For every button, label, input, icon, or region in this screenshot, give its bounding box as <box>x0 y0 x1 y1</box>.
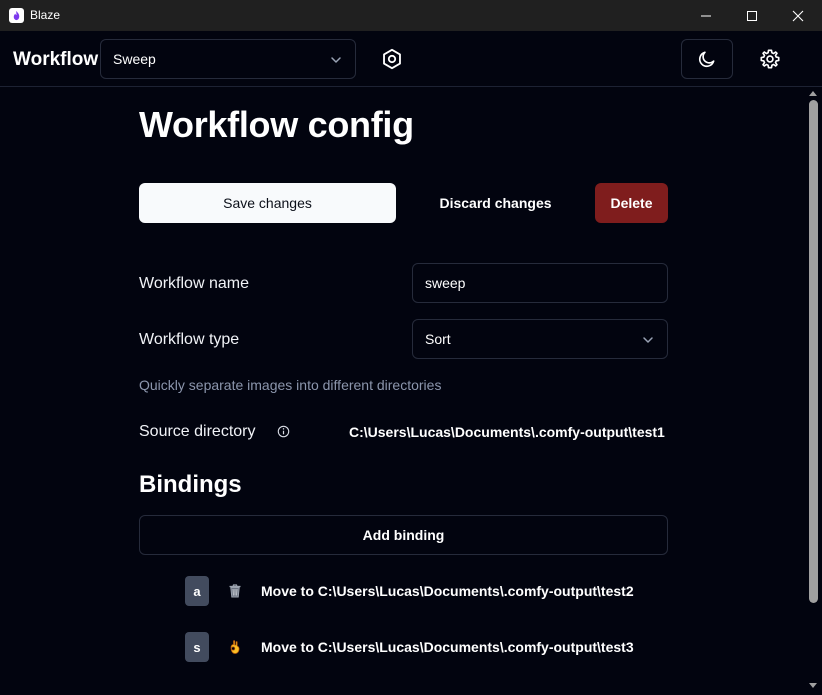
minimize-button[interactable] <box>683 0 729 31</box>
binding-row[interactable]: a Move to C:\Users\Lucas\Documents\.comf… <box>185 576 665 606</box>
maximize-button[interactable] <box>729 0 775 31</box>
scroll-down-arrow-icon[interactable] <box>809 683 817 689</box>
workflows-button[interactable] <box>372 40 412 78</box>
theme-toggle-button[interactable] <box>681 39 733 79</box>
save-changes-button[interactable]: Save changes <box>139 183 396 223</box>
info-icon[interactable] <box>277 425 290 438</box>
workflow-select-value: Sweep <box>113 51 156 67</box>
settings-button[interactable] <box>744 39 796 79</box>
delete-button[interactable]: Delete <box>595 183 668 223</box>
workflow-name-label: Workflow name <box>139 275 249 292</box>
flame-icon <box>9 8 24 23</box>
workflow-type-label: Workflow type <box>139 331 240 348</box>
trash-icon <box>229 584 241 598</box>
app-header: Workflow Sweep <box>0 31 822 87</box>
window-title: Blaze <box>30 8 61 22</box>
discard-changes-button[interactable]: Discard changes <box>412 183 579 223</box>
workflow-select[interactable]: Sweep <box>100 39 356 79</box>
source-directory-path[interactable]: C:\Users\Lucas\Documents\.comfy-output\t… <box>349 424 665 440</box>
binding-action: Move to C:\Users\Lucas\Documents\.comfy-… <box>261 639 634 655</box>
scrollbar-thumb[interactable] <box>809 100 818 603</box>
chevron-down-icon <box>331 57 341 63</box>
workflow-type-value: Sort <box>425 331 451 347</box>
binding-key-badge: a <box>185 576 209 606</box>
window-titlebar: Blaze <box>0 0 822 31</box>
binding-action: Move to C:\Users\Lucas\Documents\.comfy-… <box>261 583 634 599</box>
gear-icon <box>760 49 780 69</box>
workflow-name-value: sweep <box>425 275 466 291</box>
source-directory-label: Source directory <box>139 423 256 440</box>
workflow-type-description: Quickly separate images into different d… <box>139 377 442 393</box>
workflow-type-select[interactable]: Sort <box>412 319 668 359</box>
chevron-down-icon <box>643 337 653 343</box>
minimize-icon <box>701 15 711 16</box>
binding-row[interactable]: s Move to C:\Users\Lucas\Documents\.comf… <box>185 632 665 662</box>
close-button[interactable] <box>775 0 821 31</box>
page-title: Workflow config <box>139 104 414 145</box>
maximize-icon <box>747 10 757 21</box>
binding-key-badge: s <box>185 632 209 662</box>
brand-title: Workflow <box>13 49 99 70</box>
hexagon-icon <box>383 48 401 70</box>
scroll-up-arrow-icon[interactable] <box>809 90 817 96</box>
ok-hand-icon <box>230 640 240 654</box>
add-binding-button[interactable]: Add binding <box>139 515 668 555</box>
bindings-title: Bindings <box>139 471 242 498</box>
close-icon <box>792 10 804 21</box>
workflow-name-input[interactable]: sweep <box>412 263 668 303</box>
moon-icon <box>698 51 715 68</box>
